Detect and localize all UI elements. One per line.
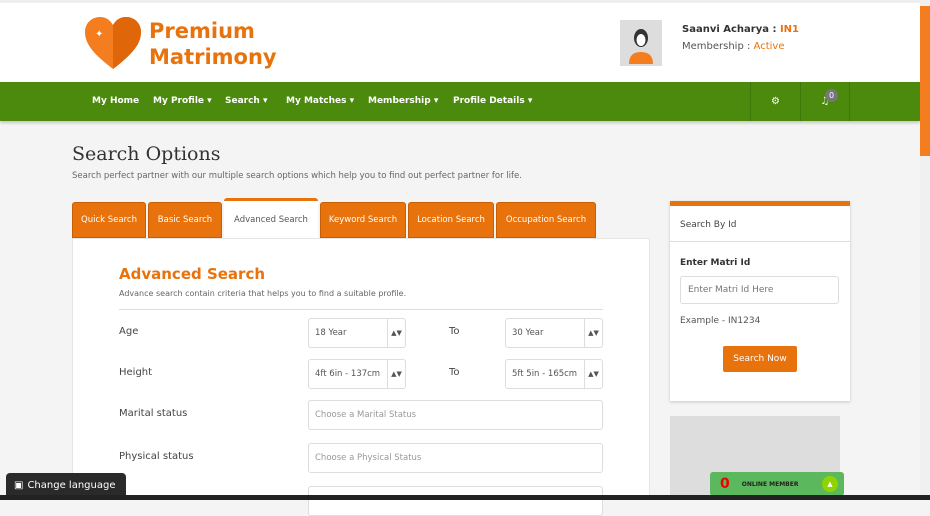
header: ✦ Premium Matrimony Saanvi Acharya : IN1 … — [0, 0, 920, 82]
user-silhouette-icon — [629, 29, 653, 64]
online-label: ONLINE MEMBER — [741, 480, 799, 488]
cart-button[interactable]: ♫ 0 — [800, 82, 850, 121]
svg-text:✦: ✦ — [95, 29, 103, 40]
tab-basic-search[interactable]: Basic Search — [148, 202, 222, 238]
logo[interactable]: ✦ Premium Matrimony — [85, 17, 277, 71]
chevron-up-icon[interactable]: ▲ — [822, 476, 838, 492]
matri-id-label: Enter Matri Id — [680, 258, 751, 268]
scrollbar[interactable] — [920, 0, 930, 495]
age-to-select[interactable]: 30 Year ▲▼ — [505, 318, 603, 348]
language-icon: ▣ — [14, 479, 24, 491]
next-select[interactable] — [308, 486, 603, 516]
gear-icon: ⚙ — [771, 96, 780, 107]
example-text: Example - IN1234 — [680, 316, 761, 326]
nav-my-profile[interactable]: My Profile ▾ — [153, 96, 212, 106]
membership-label: Membership : — [682, 41, 754, 52]
updown-icon: ▲▼ — [387, 360, 405, 388]
nav-my-matches[interactable]: My Matches ▾ — [286, 96, 354, 106]
tab-occupation-search[interactable]: Occupation Search — [496, 202, 596, 238]
age-to-value: 30 Year — [512, 328, 544, 338]
updown-icon: ▲▼ — [584, 360, 602, 388]
matri-id-input[interactable] — [680, 276, 839, 304]
nav-search[interactable]: Search ▾ — [225, 96, 268, 106]
change-language-label: Change language — [27, 479, 116, 491]
user-id: IN1 — [779, 24, 800, 35]
page-subtitle: Search perfect partner with our multiple… — [72, 171, 522, 181]
main-nav: My Home My Profile ▾ Search ▾ My Matches… — [0, 82, 920, 121]
page-title: Search Options — [72, 143, 221, 165]
cart-badge: 0 — [825, 89, 838, 102]
brand-line1: Premium — [149, 19, 255, 43]
user-name: Saanvi Acharya — [682, 24, 769, 35]
to-label: To — [449, 367, 460, 378]
settings-button[interactable]: ⚙ — [750, 82, 800, 121]
avatar[interactable] — [620, 20, 662, 66]
nav-my-home[interactable]: My Home — [92, 96, 139, 106]
height-label: Height — [119, 367, 153, 378]
tab-advanced-search[interactable]: Advanced Search — [224, 198, 318, 238]
search-tabs: Quick Search Basic Search Advanced Searc… — [72, 198, 596, 238]
height-to-value: 5ft 5in - 165cm — [512, 369, 578, 379]
physical-status-select[interactable]: Choose a Physical Status — [308, 443, 603, 473]
age-from-select[interactable]: 18 Year ▲▼ — [308, 318, 406, 348]
tab-keyword-search[interactable]: Keyword Search — [320, 202, 406, 238]
online-count: 0 — [720, 476, 730, 492]
tab-location-search[interactable]: Location Search — [408, 202, 494, 238]
marital-label: Marital status — [119, 408, 188, 419]
divider — [119, 309, 603, 310]
change-language-button[interactable]: ▣ Change language — [6, 473, 126, 497]
height-from-value: 4ft 6in - 137cm — [315, 369, 381, 379]
height-to-select[interactable]: 5ft 5in - 165cm ▲▼ — [505, 359, 603, 389]
physical-label: Physical status — [119, 451, 194, 462]
form-title: Advanced Search — [119, 265, 266, 283]
marital-placeholder: Choose a Marital Status — [315, 410, 417, 420]
nav-profile-details[interactable]: Profile Details ▾ — [453, 96, 532, 106]
nav-membership[interactable]: Membership ▾ — [368, 96, 438, 106]
user-sep: : — [768, 24, 780, 35]
advanced-search-panel: Advanced Search Advance search contain c… — [72, 238, 650, 516]
bottom-bar — [0, 495, 930, 500]
scrollbar-thumb[interactable] — [920, 6, 930, 156]
tab-quick-search[interactable]: Quick Search — [72, 202, 146, 238]
form-description: Advance search contain criteria that hel… — [119, 289, 407, 298]
physical-placeholder: Choose a Physical Status — [315, 453, 422, 463]
brand-line2: Matrimony — [149, 45, 277, 69]
search-by-id-card: Search By Id Enter Matri Id Example - IN… — [670, 201, 850, 401]
age-label: Age — [119, 326, 139, 337]
online-member-widget[interactable]: 0 ONLINE MEMBER ▲ — [710, 472, 844, 496]
updown-icon: ▲▼ — [584, 319, 602, 347]
height-from-select[interactable]: 4ft 6in - 137cm ▲▼ — [308, 359, 406, 389]
marital-status-select[interactable]: Choose a Marital Status — [308, 400, 603, 430]
search-now-button[interactable]: Search Now — [723, 346, 797, 372]
membership-status: Active — [753, 41, 785, 52]
age-from-value: 18 Year — [315, 328, 347, 338]
search-by-id-title: Search By Id — [670, 206, 850, 242]
to-label: To — [449, 326, 460, 337]
updown-icon: ▲▼ — [387, 319, 405, 347]
heart-logo-icon: ✦ — [85, 17, 141, 69]
